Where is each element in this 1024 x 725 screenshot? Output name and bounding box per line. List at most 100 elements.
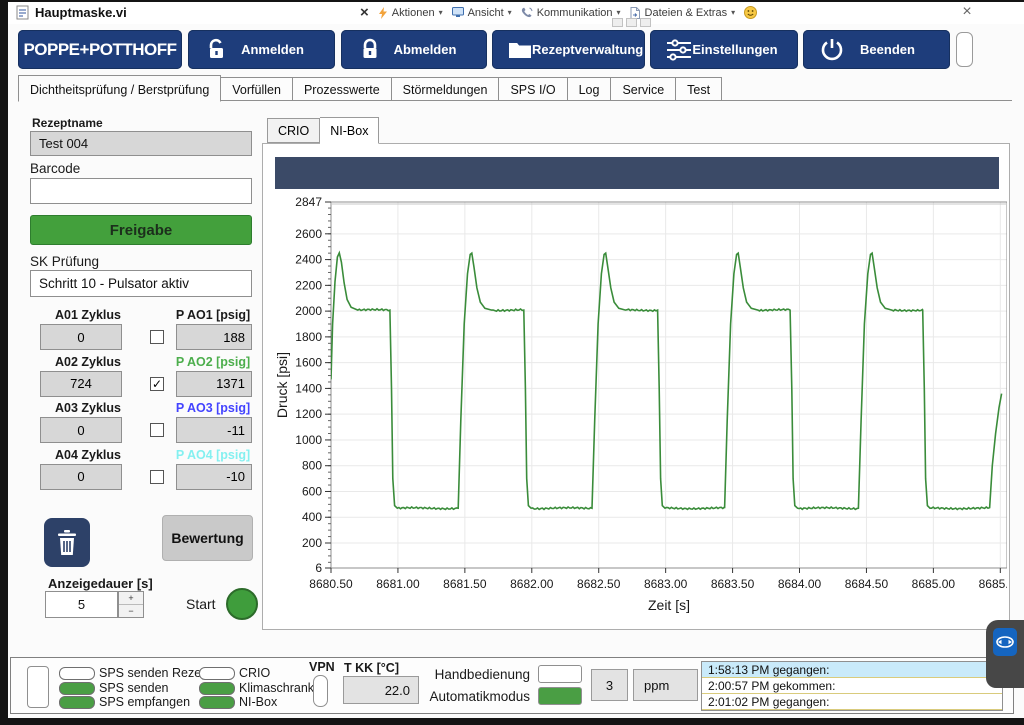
log-row[interactable]: 1:58:13 PM gegangen:	[702, 662, 1002, 678]
svg-text:2400: 2400	[295, 253, 322, 267]
channel-checkbox[interactable]	[150, 423, 164, 437]
anzeigedauer-stepper[interactable]: + −	[118, 591, 144, 618]
chart-tab-ni-box[interactable]: NI-Box	[320, 117, 379, 144]
delete-button[interactable]	[44, 518, 90, 567]
sliders-icon	[666, 38, 692, 62]
zyklus-field: 0	[40, 464, 122, 490]
zyklus-label: A03 Zyklus	[38, 401, 138, 415]
stepper-up-button[interactable]: +	[119, 592, 143, 605]
abmelden-button[interactable]: Abmelden	[341, 30, 487, 69]
pressure-label: P AO2 [psig]	[170, 355, 256, 369]
menu-kommunikation[interactable]: Kommunikation▾	[521, 7, 621, 19]
handbedienung-indicator	[538, 665, 582, 683]
svg-text:8683.50: 8683.50	[711, 577, 755, 591]
vpn-indicator	[313, 675, 328, 707]
svg-text:Zeit [s]: Zeit [s]	[648, 597, 690, 613]
led-label: NI-Box	[239, 695, 277, 709]
menu-ansicht[interactable]: Ansicht ▾	[452, 7, 512, 19]
svg-text:1000: 1000	[295, 433, 322, 447]
svg-text:400: 400	[302, 510, 322, 524]
anzeigedauer-field[interactable]: 5	[45, 591, 118, 618]
tab-log[interactable]: Log	[568, 77, 612, 101]
channel-checkbox[interactable]	[150, 330, 164, 344]
led-klimaschrank	[199, 682, 235, 695]
svg-text:1800: 1800	[295, 330, 322, 344]
zyklus-field: 724	[40, 371, 122, 397]
beenden-button[interactable]: Beenden	[803, 30, 950, 69]
tab-vorf-llen[interactable]: Vorfüllen	[221, 77, 293, 101]
log-row[interactable]: 2:01:02 PM gegangen:	[702, 694, 1002, 710]
chart-tab-crio[interactable]: CRIO	[267, 118, 320, 143]
menu-bar: × Aktionen▾ Ansicht▾ Kommunikation▾ Date…	[360, 2, 757, 23]
teamviewer-dock[interactable]	[986, 620, 1024, 688]
menu-label: Ansicht	[468, 7, 504, 19]
svg-text:8685.50: 8685.50	[979, 577, 1007, 591]
svg-text:8680.50: 8680.50	[309, 577, 353, 591]
phone-icon	[521, 7, 533, 18]
tkk-field: 22.0	[343, 676, 419, 704]
log-row[interactable]: 2:00:57 PM gekommen:	[702, 678, 1002, 694]
button-label: Anmelden	[230, 42, 315, 57]
chevron-down-icon: ▾	[731, 8, 735, 17]
monitor-icon	[452, 7, 464, 18]
window-title: Hauptmaske.vi	[35, 5, 127, 20]
channel-checkbox[interactable]	[150, 470, 164, 484]
ppm-value-field: 3	[591, 669, 628, 701]
einstellungen-button[interactable]: Einstellungen	[650, 30, 798, 69]
svg-text:6: 6	[315, 561, 322, 575]
zyklus-field: 0	[40, 324, 122, 350]
pressure-label: P AO4 [psig]	[170, 448, 256, 462]
led-label: SPS empfangen	[99, 695, 190, 709]
svg-text:8684.50: 8684.50	[845, 577, 889, 591]
power-icon	[819, 38, 845, 62]
pressure-label: P AO3 [psig]	[170, 401, 256, 415]
tab-prozesswerte[interactable]: Prozesswerte	[293, 77, 392, 101]
pressure-label: P AO1 [psig]	[170, 308, 256, 322]
svg-text:8682.00: 8682.00	[510, 577, 554, 591]
zyklus-label: A04 Zyklus	[38, 448, 138, 462]
menu-close-icon[interactable]: ×	[360, 5, 369, 20]
svg-text:8681.00: 8681.00	[376, 577, 420, 591]
tab-st-rmeldungen[interactable]: Störmeldungen	[392, 77, 500, 101]
lightning-icon	[378, 7, 388, 19]
freigabe-button[interactable]: Freigabe	[30, 215, 252, 245]
barcode-label: Barcode	[30, 161, 80, 176]
chart-tab-bar: CRIONI-Box	[262, 116, 379, 143]
bewertung-button[interactable]: Bewertung	[162, 515, 253, 561]
start-indicator[interactable]	[226, 588, 258, 620]
mini-toolbar	[612, 18, 651, 27]
svg-text:8683.00: 8683.00	[644, 577, 688, 591]
tab-sps-i-o[interactable]: SPS I/O	[499, 77, 567, 101]
event-log: 1:58:13 PM gegangen:2:00:57 PM gekommen:…	[701, 661, 1003, 711]
pressure-field: -10	[176, 464, 252, 490]
menu-aktionen[interactable]: Aktionen▾	[378, 7, 443, 19]
zyklus-label: A01 Zyklus	[38, 308, 138, 322]
handbedienung-label: Handbedienung	[420, 667, 530, 682]
barcode-input[interactable]	[30, 178, 252, 204]
tab-service[interactable]: Service	[611, 77, 676, 101]
stepper-down-button[interactable]: −	[119, 605, 143, 618]
brand-logo-button[interactable]: POPPE+POTTHOFF	[18, 30, 182, 69]
tkk-label: T KK [°C]	[344, 661, 399, 675]
tab-dichtheitspr-fung-berstpr-fung[interactable]: Dichtheitsprüfung / Berstprüfung	[18, 75, 221, 102]
anzeigedauer-label: Anzeigedauer [s]	[48, 576, 153, 591]
chart-panel: 6200400600800100012001400160018002000220…	[262, 143, 1010, 630]
vpn-label: VPN	[309, 660, 335, 674]
smiley-icon[interactable]	[744, 6, 757, 19]
pressure-chart: 6200400600800100012001400160018002000220…	[267, 196, 1007, 624]
menu-dateien-extras[interactable]: Dateien & Extras▾	[630, 7, 736, 19]
pressure-field: -11	[176, 417, 252, 443]
channel-checkbox[interactable]: ✓	[150, 377, 164, 391]
close-icon[interactable]: ×	[956, 3, 978, 21]
led-label: SPS senden	[99, 681, 169, 695]
rezeptverwaltung-button[interactable]: Rezeptverwaltung	[492, 30, 645, 69]
menu-label: Aktionen	[392, 7, 435, 19]
svg-text:1600: 1600	[295, 356, 322, 370]
anmelden-button[interactable]: Anmelden	[188, 30, 335, 69]
svg-text:600: 600	[302, 484, 322, 498]
tab-test[interactable]: Test	[676, 77, 722, 101]
chevron-down-icon: ▾	[508, 8, 512, 17]
svg-text:8684.00: 8684.00	[778, 577, 822, 591]
status-indicator-blank	[27, 666, 49, 708]
zyklus-label: A02 Zyklus	[38, 355, 138, 369]
